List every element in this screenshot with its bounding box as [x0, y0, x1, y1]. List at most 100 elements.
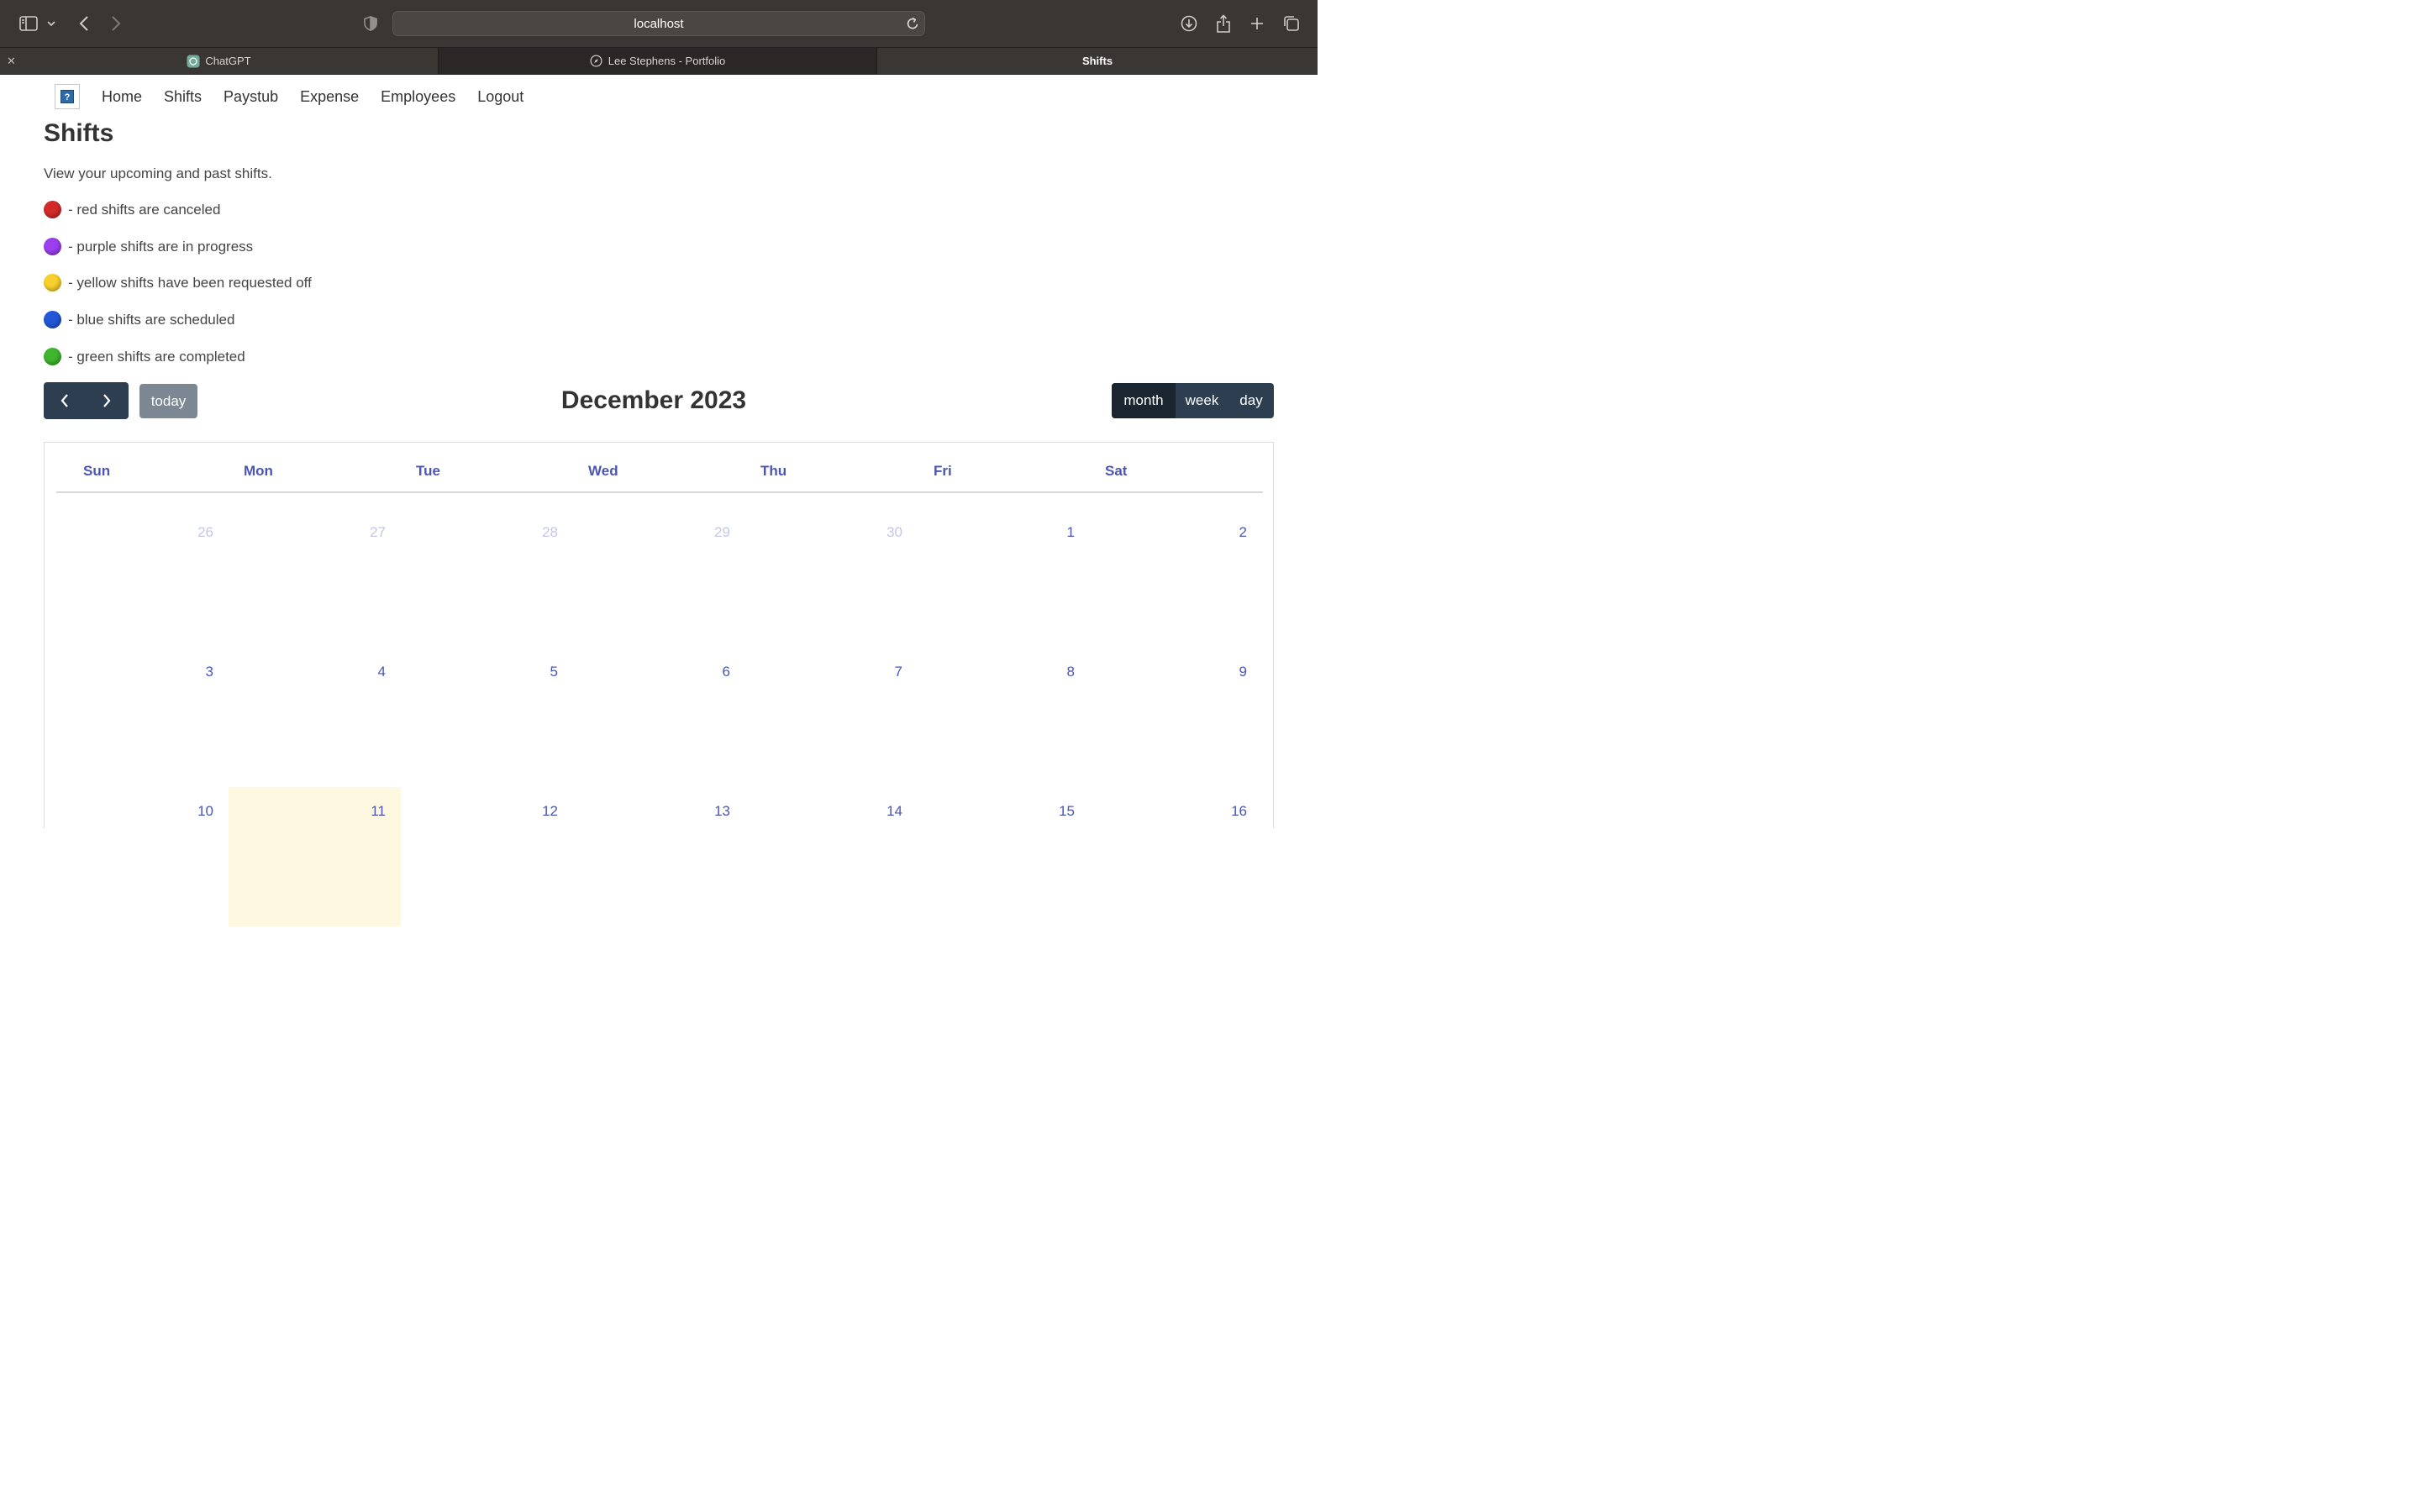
- day-cell[interactable]: 29: [573, 508, 745, 648]
- day-cell[interactable]: 30: [745, 508, 918, 648]
- legend-text: - purple shifts are in progress: [68, 238, 254, 255]
- day-cell[interactable]: 12: [401, 787, 573, 927]
- day-number[interactable]: 30: [886, 524, 902, 541]
- day-number[interactable]: 29: [714, 524, 730, 541]
- day-cell[interactable]: 15: [918, 787, 1090, 927]
- nav-link-shifts[interactable]: Shifts: [164, 88, 202, 106]
- chevron-down-icon[interactable]: [42, 12, 60, 35]
- tab-overview-icon[interactable]: [1280, 12, 1303, 35]
- day-cell[interactable]: 3: [56, 648, 229, 787]
- day-number[interactable]: 28: [542, 524, 558, 541]
- calendar-title: December 2023: [560, 386, 747, 414]
- day-cell-today[interactable]: 11: [229, 787, 401, 927]
- legend-scheduled: - blue shifts are scheduled: [44, 311, 234, 328]
- forward-icon[interactable]: [104, 12, 128, 35]
- tab-shifts[interactable]: Shifts: [877, 48, 1318, 74]
- tab-label: ChatGPT: [205, 55, 251, 67]
- tab-chatgpt[interactable]: ✕ ChatGPT: [0, 48, 439, 74]
- tab-portfolio[interactable]: Lee Stephens - Portfolio: [439, 48, 877, 74]
- day-number[interactable]: 27: [370, 524, 386, 541]
- chatgpt-icon: [187, 55, 200, 68]
- day-number[interactable]: 10: [197, 803, 213, 820]
- downloads-icon[interactable]: [1177, 12, 1201, 35]
- day-number[interactable]: 11: [371, 803, 386, 820]
- sidebar-toggle-icon[interactable]: [17, 12, 40, 35]
- tab-label: Lee Stephens - Portfolio: [608, 55, 726, 67]
- day-cell[interactable]: 16: [1090, 787, 1262, 927]
- nav-link-home[interactable]: Home: [102, 88, 142, 106]
- weekday-header: Sat: [1105, 463, 1128, 479]
- weekday-header: Sun: [83, 463, 111, 479]
- url-text: localhost: [634, 16, 684, 31]
- day-number[interactable]: 3: [206, 664, 213, 680]
- day-cell[interactable]: 2: [1090, 508, 1262, 648]
- day-cell[interactable]: 9: [1090, 648, 1262, 787]
- legend-canceled: - red shifts are canceled: [44, 201, 220, 218]
- day-cell[interactable]: 13: [573, 787, 745, 927]
- day-number[interactable]: 12: [542, 803, 558, 820]
- tab-label: Shifts: [1081, 55, 1113, 67]
- yellow-circle-icon: [44, 274, 61, 291]
- day-number[interactable]: 2: [1239, 524, 1247, 541]
- day-cell[interactable]: 26: [56, 508, 229, 648]
- day-number[interactable]: 13: [714, 803, 730, 820]
- day-number[interactable]: 4: [378, 664, 386, 680]
- weekday-header: Wed: [588, 463, 618, 479]
- close-icon[interactable]: ✕: [7, 55, 16, 68]
- day-cell[interactable]: 14: [745, 787, 918, 927]
- chevron-left-icon: [60, 394, 68, 407]
- legend-in-progress: - purple shifts are in progress: [44, 238, 253, 255]
- logo-placeholder: ?: [60, 90, 74, 103]
- legend-text: - green shifts are completed: [68, 348, 245, 365]
- day-number[interactable]: 8: [1067, 664, 1075, 680]
- day-number[interactable]: 16: [1231, 803, 1247, 820]
- view-week-button[interactable]: week: [1176, 383, 1228, 418]
- next-month-button[interactable]: [86, 382, 128, 419]
- day-number[interactable]: 26: [197, 524, 213, 541]
- day-cell[interactable]: 6: [573, 648, 745, 787]
- day-cell[interactable]: 4: [229, 648, 401, 787]
- calendar-view-switcher: month week day: [1112, 383, 1274, 418]
- nav-link-expense[interactable]: Expense: [300, 88, 359, 106]
- legend-text: - blue shifts are scheduled: [68, 311, 235, 328]
- day-number[interactable]: 14: [886, 803, 902, 820]
- page-intro: View your upcoming and past shifts.: [44, 165, 272, 181]
- weekday-header: Thu: [760, 463, 787, 479]
- day-number[interactable]: 15: [1059, 803, 1075, 820]
- reload-icon[interactable]: [906, 16, 919, 35]
- back-icon[interactable]: [72, 12, 96, 35]
- day-cell[interactable]: 7: [745, 648, 918, 787]
- day-number[interactable]: 9: [1239, 664, 1247, 680]
- legend-completed: - green shifts are completed: [44, 348, 245, 365]
- purple-circle-icon: [44, 238, 61, 255]
- day-number[interactable]: 6: [723, 664, 730, 680]
- day-cell[interactable]: 5: [401, 648, 573, 787]
- view-month-button[interactable]: month: [1112, 383, 1176, 418]
- day-cell[interactable]: 1: [918, 508, 1090, 648]
- nav-link-paystub[interactable]: Paystub: [224, 88, 278, 106]
- today-button[interactable]: today: [139, 384, 197, 418]
- green-circle-icon: [44, 348, 61, 365]
- new-tab-icon[interactable]: [1245, 12, 1269, 35]
- day-cell[interactable]: 8: [918, 648, 1090, 787]
- day-cell[interactable]: 10: [56, 787, 229, 927]
- nav-link-logout[interactable]: Logout: [477, 88, 523, 106]
- address-bar[interactable]: localhost: [392, 11, 925, 36]
- page-title: Shifts: [44, 119, 114, 147]
- day-number[interactable]: 7: [895, 664, 902, 680]
- weekday-header: Fri: [934, 463, 952, 479]
- nav-link-employees[interactable]: Employees: [381, 88, 455, 106]
- browser-toolbar: localhost: [0, 0, 1318, 47]
- day-cell[interactable]: 28: [401, 508, 573, 648]
- view-day-button[interactable]: day: [1228, 383, 1274, 418]
- legend-text: - red shifts are canceled: [68, 201, 221, 218]
- logo-broken-image-icon[interactable]: ?: [55, 84, 80, 109]
- day-cell[interactable]: 27: [229, 508, 401, 648]
- privacy-shield-icon[interactable]: [359, 12, 382, 35]
- prev-month-button[interactable]: [44, 382, 86, 419]
- share-icon[interactable]: [1212, 12, 1235, 35]
- red-circle-icon: [44, 201, 61, 218]
- day-number[interactable]: 1: [1067, 524, 1075, 541]
- blue-circle-icon: [44, 311, 61, 328]
- day-number[interactable]: 5: [550, 664, 558, 680]
